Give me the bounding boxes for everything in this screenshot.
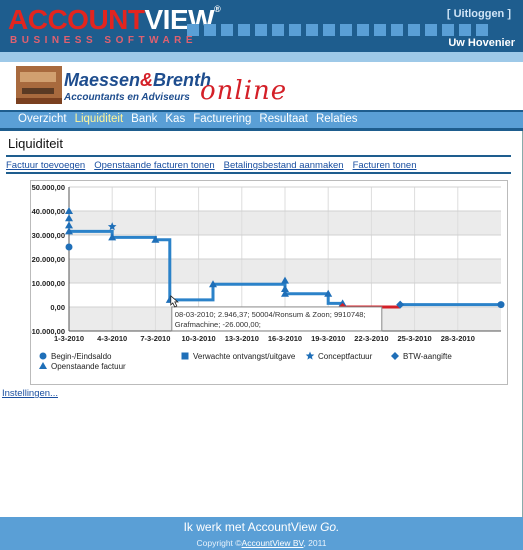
legend-label: Conceptfactuur: [318, 352, 373, 361]
logo-registered: ®: [214, 4, 221, 14]
liquidity-chart-panel: 50.000,00 40.000,00 30.000,00 20.000,00 10.0…: [30, 180, 508, 385]
y-tick-label: 0,00: [50, 303, 65, 312]
create-payment-file-link[interactable]: Betalingsbestand aanmaken: [224, 160, 344, 171]
data-point-circle: [497, 301, 505, 309]
logo-account: ACCOUNT: [8, 4, 145, 35]
nav-relaties[interactable]: Relaties: [312, 112, 362, 128]
header-strip: [0, 52, 523, 62]
user-name: Uw Hovenier: [448, 37, 515, 49]
nav-bank[interactable]: Bank: [127, 112, 161, 128]
header-squares-decoration: [187, 24, 488, 36]
add-invoice-link[interactable]: Factuur toevoegen: [6, 160, 85, 171]
copyright-prefix: Copyright ©: [196, 538, 242, 548]
page-title: Liquiditeit: [8, 136, 63, 151]
footer-slogan-go: Go.: [320, 520, 340, 534]
office-building-image: [16, 66, 62, 104]
firm-banner: Maessen&Brenth Accountants en Adviseurs …: [0, 62, 523, 112]
x-tick-label: 22-3-2010: [354, 334, 388, 343]
legend-label: Begin-/Eindsaldo: [51, 352, 112, 361]
main-nav: Overzicht Liquiditeit Bank Kas Factureri…: [0, 112, 523, 128]
firm-name-a: Maessen: [64, 70, 141, 90]
legend-label: BTW-aangifte: [403, 352, 452, 361]
legend-marker-square: [181, 352, 189, 360]
title-rule: [6, 155, 511, 157]
footer-copyright: Copyright ©AccountView BV, 2011: [0, 538, 523, 548]
legend-marker-star: [305, 351, 315, 360]
x-tick-label: 16-3-2010: [268, 334, 302, 343]
y-tick-label: 10.000,00: [32, 279, 65, 288]
top-header: ACCOUNTVIEW® BUSINESS SOFTWARE [ Uitlogg…: [0, 0, 523, 52]
liquidity-chart: 50.000,00 40.000,00 30.000,00 20.000,00 10.0…: [31, 183, 505, 371]
footer-slogan-text: Ik werk met AccountView: [183, 520, 317, 534]
logo-subtitle: BUSINESS SOFTWARE: [10, 35, 198, 46]
x-tick-label: 19-3-2010: [311, 334, 345, 343]
y-tick-label: 30.000,00: [32, 231, 65, 240]
nav-liquiditeit[interactable]: Liquiditeit: [71, 112, 128, 128]
firm-name-amp: &: [140, 70, 154, 90]
online-wordmark: online: [200, 76, 288, 106]
tooltip-line2: Grafmachine; -26.000,00;: [175, 320, 261, 329]
nav-overzicht[interactable]: Overzicht: [14, 112, 71, 128]
x-tick-label: 13-3-2010: [225, 334, 259, 343]
nav-resultaat[interactable]: Resultaat: [255, 112, 312, 128]
copyright-year: , 2011: [303, 538, 327, 548]
x-tick-label: 28-3-2010: [441, 334, 475, 343]
y-tick-label: 40.000,00: [32, 207, 65, 216]
data-point-circle: [65, 243, 73, 251]
legend-label: Openstaande factuur: [51, 362, 126, 371]
y-tick-label: 20.000,00: [32, 255, 65, 264]
legend-marker-circle: [39, 352, 47, 360]
x-tick-label: 7-3-2010: [140, 334, 170, 343]
tooltip-line1: 08-03-2010; 2.946,37; 50004/Ronsum & Zoo…: [175, 310, 366, 319]
show-open-invoices-link[interactable]: Openstaande facturen tonen: [94, 160, 214, 171]
app-frame: ACCOUNTVIEW® BUSINESS SOFTWARE [ Uitlogg…: [0, 0, 523, 550]
firm-name: Maessen&Brenth: [64, 70, 211, 91]
firm-subtitle: Accountants en Adviseurs: [64, 92, 190, 103]
actions-rule: [6, 172, 511, 174]
hand-cursor-icon: [170, 295, 179, 308]
settings-link[interactable]: Instellingen...: [2, 388, 58, 399]
nav-kas[interactable]: Kas: [161, 112, 189, 128]
footer-slogan: Ik werk met AccountView Go.: [0, 520, 523, 534]
x-tick-label: 10-3-2010: [181, 334, 215, 343]
logout-link[interactable]: [ Uitloggen ]: [447, 8, 511, 20]
legend-marker-diamond: [391, 352, 399, 360]
x-tick-label: 1-3-2010: [54, 334, 84, 343]
action-links: Factuur toevoegen Openstaande facturen t…: [6, 160, 416, 171]
y-tick-label: 50.000,00: [32, 183, 65, 192]
x-tick-label: 25-3-2010: [397, 334, 431, 343]
x-tick-label: 4-3-2010: [97, 334, 127, 343]
nav-facturering[interactable]: Facturering: [189, 112, 255, 128]
accountview-link[interactable]: AccountView BV: [242, 538, 304, 548]
nav-strip: [0, 128, 523, 131]
legend-label: Verwachte ontvangst/uitgave: [193, 352, 296, 361]
legend-marker-triangle: [39, 362, 47, 369]
show-invoices-link[interactable]: Facturen tonen: [353, 160, 417, 171]
